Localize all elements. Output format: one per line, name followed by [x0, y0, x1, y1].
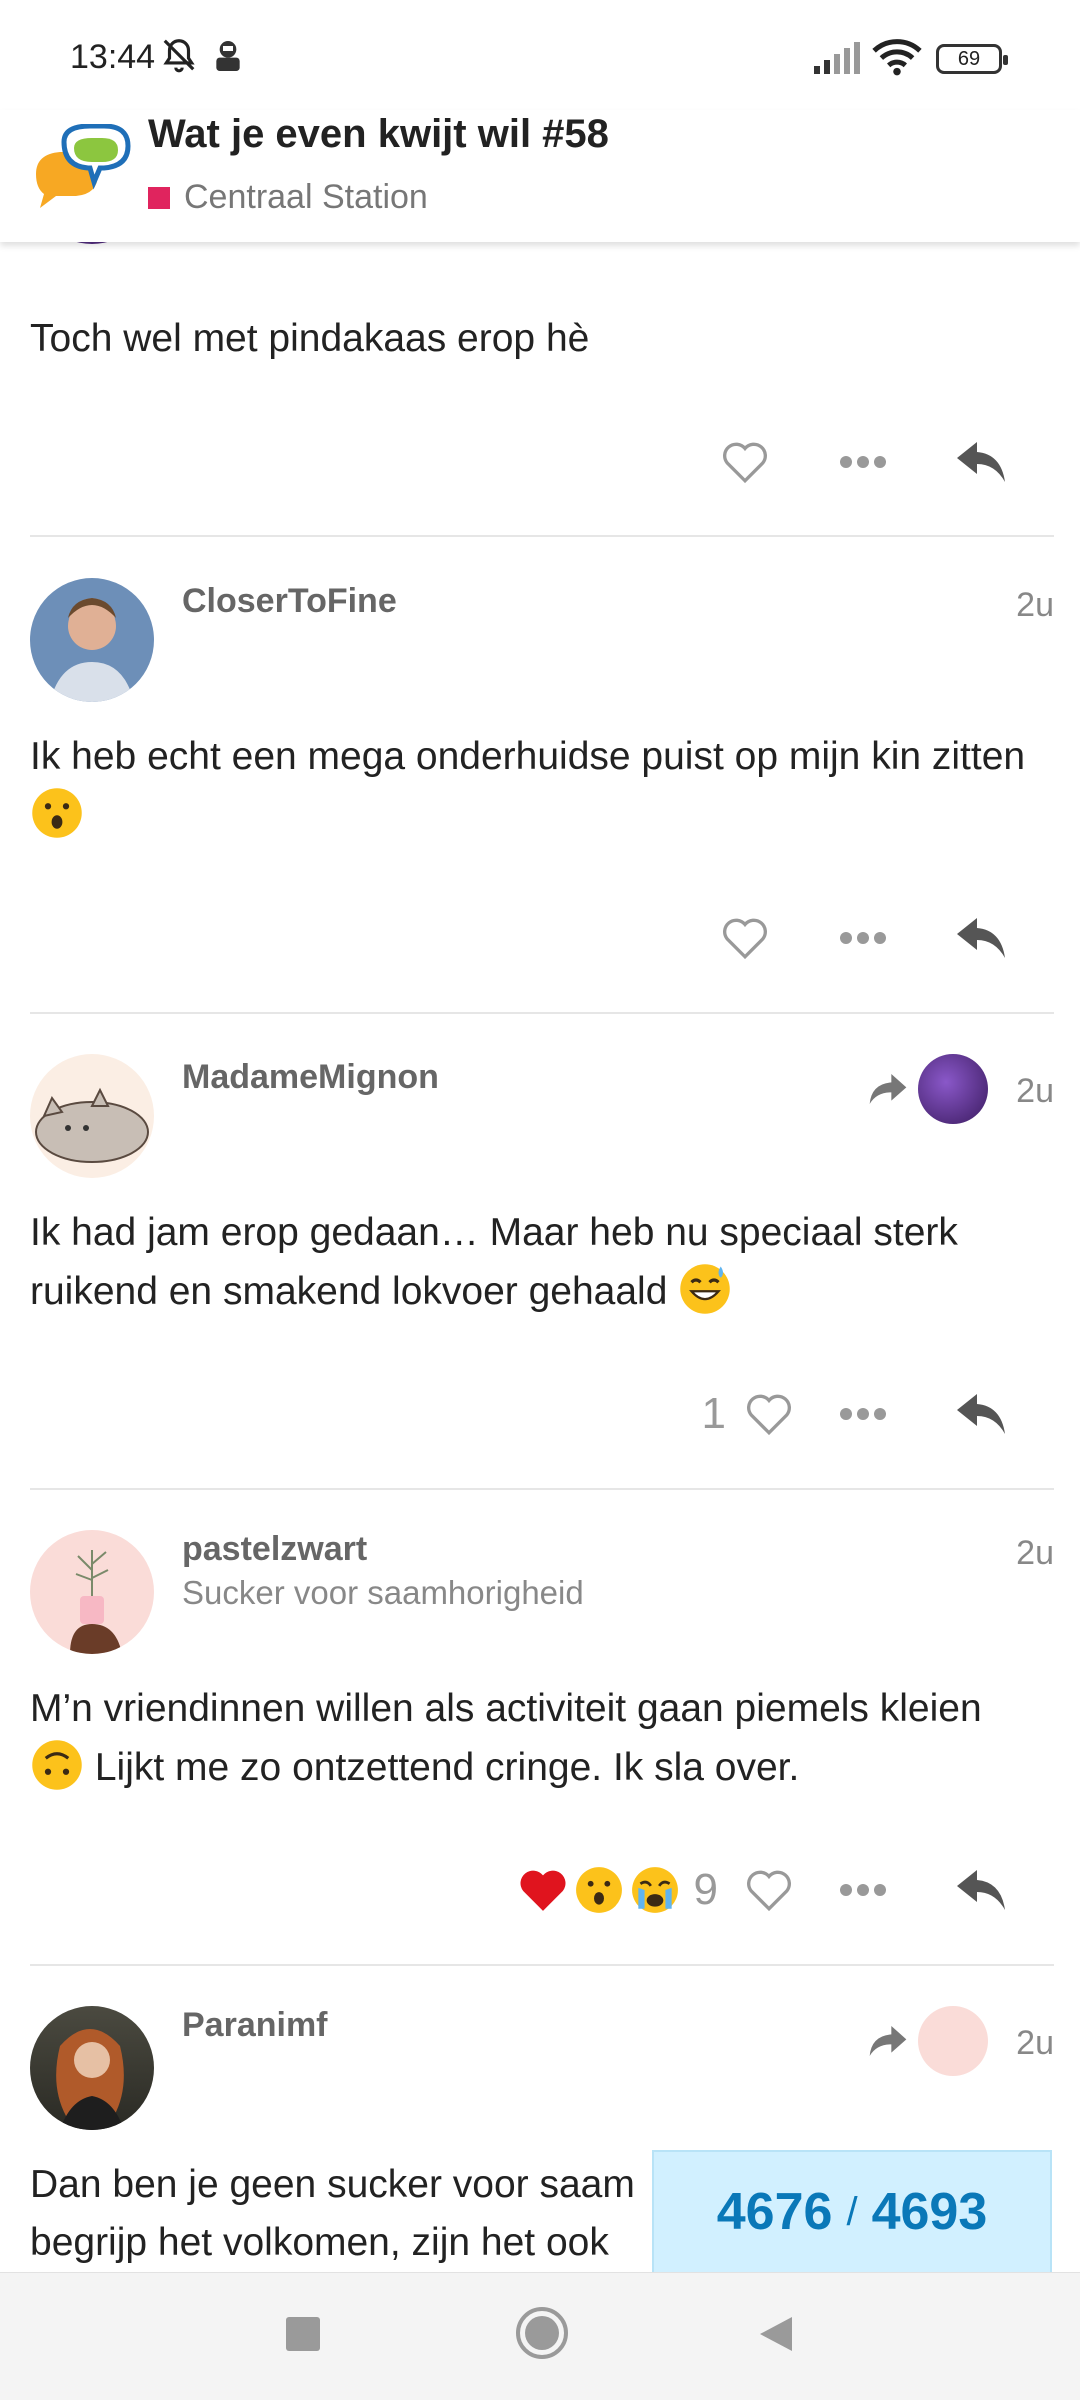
surprised-face-icon	[575, 1867, 622, 1913]
ellipsis-icon	[840, 456, 886, 468]
home-button[interactable]	[514, 2305, 570, 2366]
post-time[interactable]: 2u	[1016, 1072, 1054, 1111]
silent-bell-icon	[160, 36, 198, 79]
progress-separator: /	[846, 2189, 858, 2234]
surprised-face-icon	[32, 788, 82, 838]
app-notification-icon	[208, 36, 248, 81]
reply-icon	[957, 1394, 1005, 1434]
more-button[interactable]	[804, 908, 922, 968]
site-logo-icon[interactable]	[28, 123, 132, 214]
post-actions: 1	[702, 1384, 1040, 1444]
heart-icon	[747, 1394, 791, 1436]
recents-button[interactable]	[282, 2313, 324, 2360]
like-button[interactable]	[734, 1860, 804, 1920]
topic-header[interactable]: Wat je even kwijt wil #58 Centraal Stati…	[0, 110, 1080, 242]
heart-icon	[723, 442, 767, 484]
reply-button[interactable]	[922, 908, 1040, 968]
reply-button[interactable]	[922, 1860, 1040, 1920]
share-arrow-icon	[869, 1074, 907, 1104]
avatar[interactable]	[30, 1054, 154, 1178]
triangle-back-icon	[760, 2317, 792, 2351]
status-time: 13:44	[70, 38, 156, 76]
post-divider	[30, 1964, 1054, 1966]
user-title: Sucker voor saamhorigheid	[182, 1574, 584, 1611]
reply-to-avatar[interactable]	[918, 1054, 988, 1124]
post-body-text: Ik had jam erop gedaan… Maar heb nu spec…	[30, 1211, 958, 1313]
reply-icon	[957, 442, 1005, 482]
username[interactable]: Paranimf	[182, 2006, 328, 2045]
reply-to-indicator[interactable]	[868, 2006, 988, 2076]
post-actions: 9	[518, 1860, 1040, 1920]
avatar[interactable]	[30, 1530, 154, 1654]
reply-to-indicator[interactable]	[868, 1054, 988, 1124]
more-button[interactable]	[804, 1384, 922, 1444]
upside-down-face-icon	[32, 1740, 82, 1790]
post-divider	[30, 1488, 1054, 1490]
heart-icon	[747, 1870, 791, 1912]
red-heart-icon	[520, 1870, 566, 1911]
topic-progress[interactable]: 4676 / 4693	[652, 2150, 1052, 2274]
post-divider	[30, 1012, 1054, 1014]
like-count[interactable]: 1	[702, 1389, 726, 1439]
post-body-line-2: Lijkt me zo ontzettend cringe. Ik sla ov…	[30, 1738, 1054, 1797]
reply-icon	[957, 1870, 1005, 1910]
post-body-line-1: M’n vriendinnen willen als activiteit ga…	[30, 1687, 982, 1730]
system-nav-bar	[0, 2272, 1080, 2400]
category-color-swatch	[148, 186, 170, 209]
post-actions	[686, 432, 1040, 492]
post-body-text: Ik heb echt een mega onderhuidse puist o…	[30, 735, 1026, 778]
progress-current: 4676	[716, 2183, 833, 2241]
avatar[interactable]	[30, 578, 154, 702]
reply-button[interactable]	[922, 1384, 1040, 1444]
reply-icon	[957, 918, 1005, 958]
category-label: Centraal Station	[184, 178, 428, 216]
ellipsis-icon	[840, 1408, 886, 1420]
square-icon	[286, 2317, 320, 2351]
circle-icon	[516, 2307, 568, 2359]
more-button[interactable]	[804, 432, 922, 492]
share-arrow-icon	[869, 2026, 907, 2056]
reply-button[interactable]	[922, 432, 1040, 492]
avatar[interactable]	[30, 2006, 154, 2130]
page-title[interactable]: Wat je even kwijt wil #58	[148, 110, 609, 158]
category-badge[interactable]: Centraal Station	[148, 178, 428, 217]
wifi-icon	[872, 38, 922, 81]
post-body: Ik heb echt een mega onderhuidse puist o…	[30, 728, 1054, 845]
ellipsis-icon	[840, 932, 886, 944]
like-button[interactable]	[686, 908, 804, 968]
grinning-sweat-icon	[680, 1264, 730, 1314]
username[interactable]: CloserToFine	[182, 582, 397, 621]
post-time[interactable]: 2u	[1016, 586, 1054, 625]
post-body-line-2-text: Lijkt me zo ontzettend cringe. Ik sla ov…	[94, 1746, 800, 1789]
post-time[interactable]: 2u	[1016, 2024, 1054, 2063]
post-body: M’n vriendinnen willen als activiteit ga…	[30, 1680, 1054, 1797]
back-button[interactable]	[756, 2313, 796, 2360]
post-actions	[686, 908, 1040, 968]
heart-icon	[723, 918, 767, 960]
username[interactable]: pastelzwart	[182, 1530, 367, 1569]
status-bar: 13:44 69	[0, 0, 1080, 110]
progress-total: 4693	[871, 2183, 988, 2241]
username[interactable]: MadameMignon	[182, 1058, 439, 1097]
post-body: Ik had jam erop gedaan… Maar heb nu spec…	[30, 1204, 1054, 1321]
post-body: Toch wel met pindakaas erop hè	[30, 317, 590, 360]
crying-face-icon	[631, 1867, 678, 1913]
reaction-count: 9	[693, 1865, 718, 1914]
reactions[interactable]: 9	[518, 1865, 726, 1915]
reply-to-avatar[interactable]	[918, 2006, 988, 2076]
signal-icon	[812, 40, 862, 79]
post-divider	[30, 535, 1054, 537]
more-button[interactable]	[804, 1860, 922, 1920]
like-button[interactable]	[686, 432, 804, 492]
post-time[interactable]: 2u	[1016, 1534, 1054, 1573]
like-button[interactable]	[734, 1384, 804, 1444]
ellipsis-icon	[840, 1884, 886, 1896]
battery-icon: 69	[936, 44, 1008, 74]
